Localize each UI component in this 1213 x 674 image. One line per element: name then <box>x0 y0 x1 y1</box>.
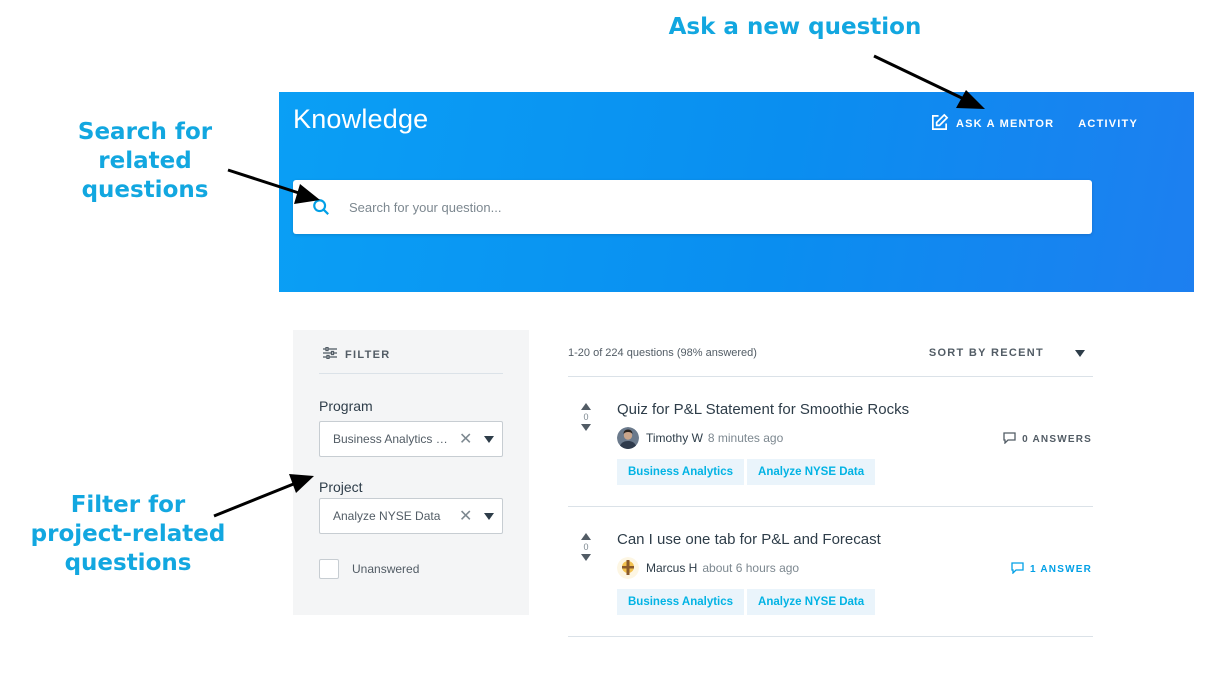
results-header: 1-20 of 224 questions (98% answered) SOR… <box>568 340 1093 377</box>
search-input[interactable] <box>347 198 1092 216</box>
ask-mentor-link[interactable]: ASK A MENTOR <box>930 113 1054 135</box>
sort-dropdown[interactable]: SORT BY RECENT <box>929 347 1085 359</box>
ask-mentor-label: ASK A MENTOR <box>955 118 1055 130</box>
annotation-search-line1: Search for related <box>77 119 213 174</box>
program-label: Program <box>319 398 373 414</box>
edit-icon <box>930 113 956 135</box>
question-results: 1-20 of 224 questions (98% answered) SOR… <box>568 340 1093 637</box>
downvote-icon[interactable] <box>581 424 591 431</box>
annotation-ask-question: Ask a new question <box>668 14 922 40</box>
upvote-icon[interactable] <box>581 533 591 540</box>
answers-link[interactable]: 1 ANSWER <box>1011 562 1092 577</box>
question-item: 0 Quiz for P&L Statement for Smoothie Ro… <box>568 377 1093 507</box>
program-value: Business Analytics Nanodegree <box>333 432 455 446</box>
answers-link[interactable]: 0 ANSWERS <box>1003 432 1092 447</box>
tag-program[interactable]: Business Analytics <box>617 459 745 485</box>
vote-control: 0 <box>580 533 592 561</box>
author-name[interactable]: Timothy W <box>646 431 703 445</box>
avatar <box>617 427 639 449</box>
question-meta: Timothy W 8 minutes ago <box>617 427 783 449</box>
project-select[interactable]: Analyze NYSE Data ✕ <box>319 498 503 534</box>
annotation-search-line2: questions <box>81 177 209 203</box>
knowledge-header: Knowledge ASK A MENTOR ACTIVITY <box>279 92 1194 292</box>
post-time: 8 minutes ago <box>707 431 784 445</box>
activity-link[interactable]: ACTIVITY <box>1078 118 1138 130</box>
author-name[interactable]: Marcus H <box>646 561 697 575</box>
question-title[interactable]: Quiz for P&L Statement for Smoothie Rock… <box>617 401 909 418</box>
annotation-search: Search for related questions <box>30 118 260 205</box>
vote-count: 0 <box>583 542 589 552</box>
question-tags: Business Analytics Analyze NYSE Data <box>617 589 876 615</box>
question-meta: Marcus H about 6 hours ago <box>617 557 799 579</box>
annotation-filter-line3: questions <box>64 550 192 576</box>
header-nav: ASK A MENTOR ACTIVITY <box>930 113 1138 135</box>
answer-count: 0 ANSWERS <box>1022 434 1092 445</box>
project-value: Analyze NYSE Data <box>333 509 441 523</box>
project-clear-icon[interactable]: ✕ <box>459 506 472 526</box>
post-time: about 6 hours ago <box>702 561 800 575</box>
search-icon <box>311 197 331 217</box>
comment-icon <box>1003 432 1022 447</box>
tag-project[interactable]: Analyze NYSE Data <box>747 589 876 615</box>
unanswered-filter[interactable]: Unanswered <box>319 559 419 579</box>
tag-program[interactable]: Business Analytics <box>617 589 745 615</box>
vote-control: 0 <box>580 403 592 431</box>
question-tags: Business Analytics Analyze NYSE Data <box>617 459 876 485</box>
question-title[interactable]: Can I use one tab for P&L and Forecast <box>617 531 881 548</box>
annotation-filter-line2: project-related <box>30 521 226 547</box>
project-label: Project <box>319 479 363 495</box>
filter-label: FILTER <box>345 348 391 361</box>
annotation-filter-line1: Filter for <box>70 492 186 518</box>
sort-caret-icon <box>1075 349 1085 357</box>
downvote-icon[interactable] <box>581 554 591 561</box>
program-select[interactable]: Business Analytics Nanodegree ✕ <box>319 421 503 457</box>
filter-panel: FILTER Program Business Analytics Nanode… <box>293 330 529 615</box>
answer-count: 1 ANSWER <box>1029 564 1092 575</box>
unanswered-label: Unanswered <box>352 562 420 576</box>
project-dropdown-icon[interactable] <box>484 512 495 520</box>
search-bar[interactable] <box>293 180 1092 234</box>
tag-project[interactable]: Analyze NYSE Data <box>747 459 876 485</box>
filter-divider <box>319 373 503 374</box>
filter-heading: FILTER <box>323 346 391 362</box>
vote-count: 0 <box>583 412 589 422</box>
question-item: 0 Can I use one tab for P&L and Forecast… <box>568 507 1093 637</box>
upvote-icon[interactable] <box>581 403 591 410</box>
avatar <box>617 557 639 579</box>
sliders-icon <box>323 346 345 362</box>
results-count: 1-20 of 224 questions (98% answered) <box>568 347 757 359</box>
comment-icon <box>1011 562 1030 577</box>
activity-label: ACTIVITY <box>1078 118 1138 130</box>
program-dropdown-icon[interactable] <box>484 435 495 443</box>
program-clear-icon[interactable]: ✕ <box>459 429 472 449</box>
page-title: Knowledge <box>293 104 429 134</box>
sort-label: SORT BY RECENT <box>928 347 1044 359</box>
annotation-filter: Filter for project-related questions <box>28 491 228 578</box>
unanswered-checkbox[interactable] <box>319 559 339 579</box>
